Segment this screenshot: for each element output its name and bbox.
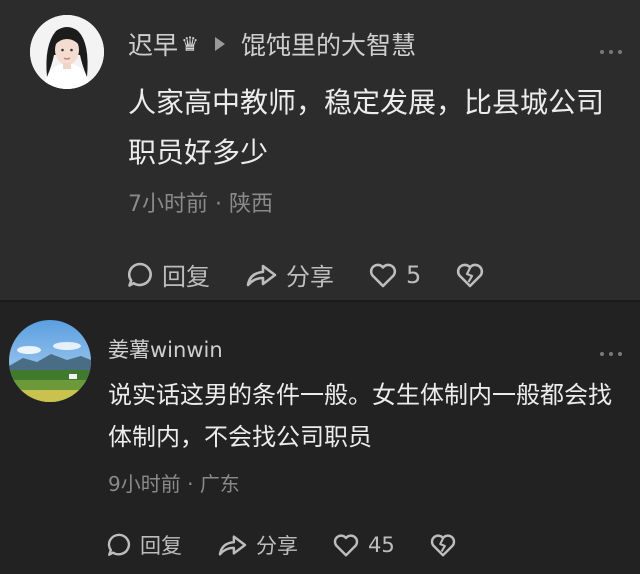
- timestamp: 9小时前: [108, 472, 181, 496]
- action-bar: 回复 分享 5: [126, 257, 519, 292]
- comment-header: 姜薯winwin: [108, 334, 223, 364]
- dislike-button[interactable]: [455, 261, 485, 289]
- comment-2: 姜薯winwin 说实话这男的条件一般。女生体制内一般都会找体制内，不会找公司职…: [0, 302, 640, 574]
- reply-label: 回复: [140, 534, 182, 558]
- reply-button[interactable]: 回复: [126, 257, 210, 292]
- share-label: 分享: [256, 534, 298, 558]
- meta-separator: ·: [208, 192, 229, 217]
- comment-bubble-icon: [107, 533, 131, 556]
- comment-bubble-icon: [127, 262, 152, 287]
- like-button[interactable]: 5: [368, 261, 421, 289]
- share-label: 分享: [286, 263, 334, 291]
- location: 广东: [199, 472, 240, 496]
- share-button[interactable]: 分享: [216, 530, 298, 560]
- heart-icon: [369, 263, 397, 287]
- share-arrow-icon: [246, 264, 277, 286]
- heart-icon: [333, 534, 359, 557]
- meta-separator: ·: [180, 472, 200, 496]
- broken-heart-icon: [430, 534, 455, 557]
- comment-header: 迟早 ♛ 馄饨里的大智慧: [128, 26, 416, 62]
- avatar[interactable]: [9, 320, 91, 402]
- reply-button[interactable]: 回复: [106, 530, 182, 560]
- share-button[interactable]: 分享: [244, 257, 334, 292]
- dislike-button[interactable]: [429, 532, 457, 558]
- more-options-icon[interactable]: [600, 50, 622, 54]
- broken-heart-icon: [457, 263, 484, 287]
- share-arrow-icon: [218, 535, 247, 556]
- comment-text: 说实话这男的条件一般。女生体制内一般都会找体制内，不会找公司职员: [108, 381, 612, 451]
- like-button[interactable]: 45: [332, 532, 395, 558]
- like-count: 5: [406, 260, 422, 289]
- crown-icon: ♛: [181, 32, 199, 56]
- location: 陕西: [228, 192, 273, 217]
- comment-text: 人家高中教师，稳定发展，比县城公司职员好多少: [128, 86, 605, 169]
- avatar[interactable]: [30, 15, 104, 89]
- reply-arrow-icon: [214, 37, 225, 51]
- like-count: 45: [368, 533, 395, 557]
- username[interactable]: 迟早: [128, 26, 178, 62]
- comment-meta: 9小时前 · 广东: [108, 468, 240, 497]
- username[interactable]: 姜薯winwin: [108, 334, 223, 364]
- reply-label: 回复: [162, 263, 210, 291]
- reply-to-username[interactable]: 馄饨里的大智慧: [241, 26, 416, 62]
- more-options-icon[interactable]: [600, 352, 622, 356]
- action-bar: 回复 分享 45: [106, 530, 491, 560]
- timestamp: 7小时前: [128, 192, 208, 217]
- comment-1: 迟早 ♛ 馄饨里的大智慧 人家高中教师，稳定发展，比县城公司职员好多少 7小时前…: [0, 0, 640, 300]
- comment-meta: 7小时前 · 陕西: [128, 186, 273, 218]
